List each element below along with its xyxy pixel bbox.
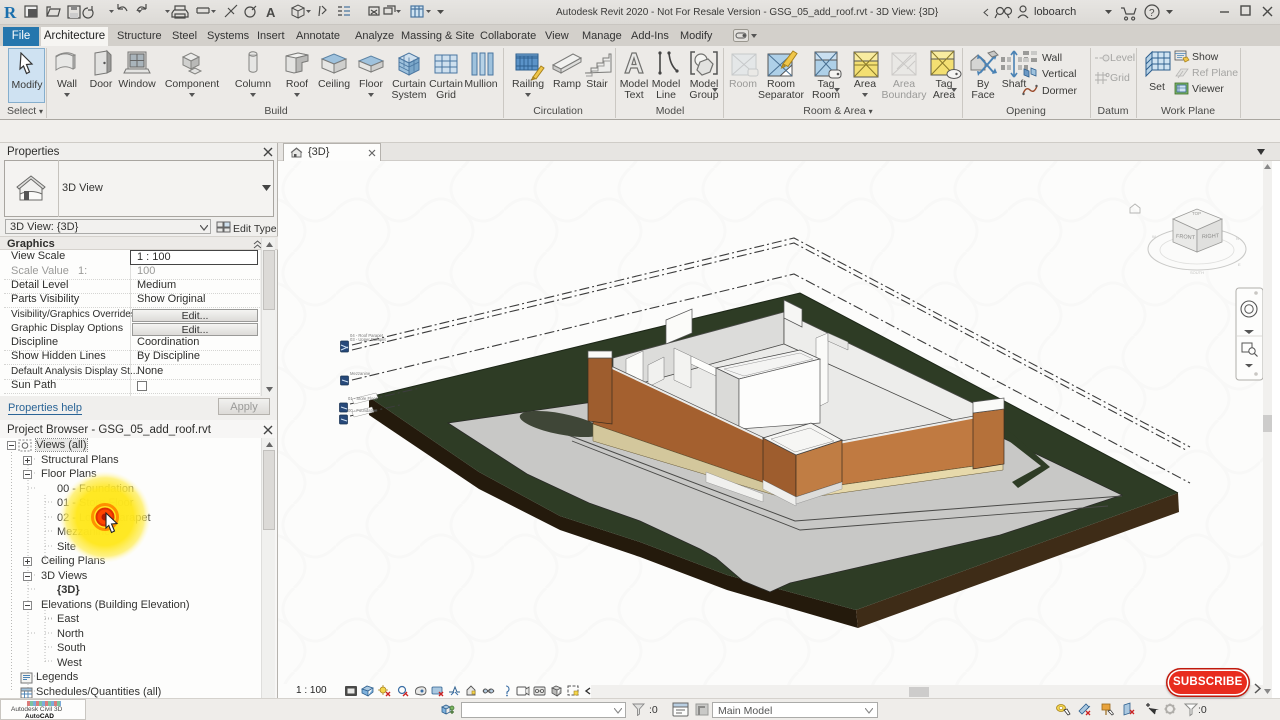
svg-text:TOP: TOP bbox=[1192, 211, 1201, 216]
svg-text:RIGHT: RIGHT bbox=[1202, 233, 1220, 240]
svg-text:loboarch: loboarch bbox=[1034, 6, 1076, 18]
svg-text:04 - Roof Parapet: 04 - Roof Parapet bbox=[350, 333, 384, 338]
svg-text:E: E bbox=[1238, 262, 1241, 267]
svg-text:Mezzanine: Mezzanine bbox=[350, 371, 371, 376]
svg-text:01 - Store Floor: 01 - Store Floor bbox=[348, 396, 378, 401]
svg-text:W: W bbox=[1152, 234, 1156, 239]
svg-text:SOUTH: SOUTH bbox=[1190, 270, 1204, 275]
svg-text:00 - Foundation: 00 - Foundation bbox=[348, 408, 378, 413]
svg-text:N: N bbox=[1236, 236, 1239, 241]
svg-text:?: ? bbox=[1149, 8, 1155, 19]
svg-text:R: R bbox=[4, 3, 17, 22]
svg-text:A: A bbox=[266, 5, 276, 20]
